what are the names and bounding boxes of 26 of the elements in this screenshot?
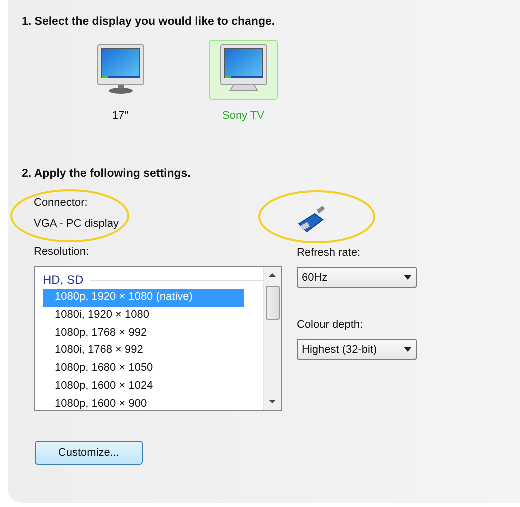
colour-depth-label: Colour depth: [297, 318, 364, 332]
resolution-item[interactable]: 1080i, 1920 × 1080 [43, 306, 244, 325]
refresh-rate-label: Refresh rate: [297, 246, 362, 260]
monitor-icon [96, 44, 144, 96]
resolution-item[interactable]: 1080p, 1600 × 900 [43, 396, 244, 410]
resolution-item[interactable]: 1080p, 1680 × 1050 [43, 360, 244, 378]
display-option[interactable] [209, 40, 278, 100]
refresh-rate-dropdown[interactable]: 60Hz [297, 267, 417, 288]
resolution-label: Resolution: [34, 245, 90, 259]
section-heading: 2. Apply the following settings. [22, 168, 192, 180]
scroll-thumb[interactable] [266, 286, 280, 320]
resolution-item[interactable]: 1080p, 1768 × 992 [43, 324, 244, 342]
connector-value: VGA - PC display [34, 217, 120, 231]
colour-depth-dropdown[interactable]: Highest (32-bit) [297, 339, 417, 360]
display-label: 17" [111, 110, 130, 122]
resolution-item[interactable]: 1080i, 1768 × 992 [43, 342, 244, 360]
dropdown-arrow-icon [404, 275, 412, 280]
section-heading: 1. Select the display you would like to change. [22, 16, 276, 28]
display-label: Sony TV [222, 110, 266, 122]
dropdown-arrow-icon [404, 347, 412, 352]
group-header: HD, SD [43, 273, 84, 287]
resolution-list[interactable]: HD, SD 1080p, 1920 × 1080 (native) 1080i, 1920 × 1080 1080p, 1768 × 992 1080i, 1768 × 992 1080p, 1680 × 1050 1080p, 1600 × 1024 1080p, 1600 × 900 [34, 266, 282, 411]
scrollbar[interactable] [263, 267, 281, 410]
connector-label: Connector: [34, 196, 89, 210]
customize-button[interactable]: Customize... [35, 441, 143, 465]
resolution-item[interactable]: 1080p, 1600 × 1024 [43, 378, 244, 396]
